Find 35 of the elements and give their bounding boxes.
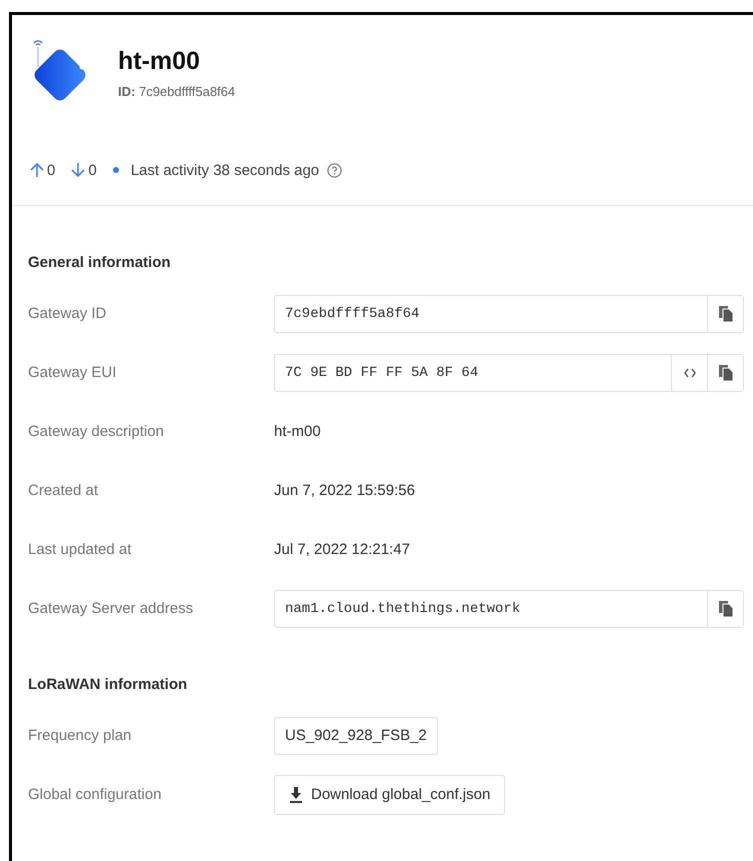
arrow-down-icon	[71, 162, 86, 178]
code-icon	[684, 368, 696, 378]
arrow-up-icon	[30, 162, 44, 178]
input-field[interactable]: nam1.cloud.thethings.network	[274, 590, 744, 628]
input-field[interactable]: 7C 9E BD FF FF 5A 8F 64	[274, 354, 744, 392]
field-label: Gateway EUI	[28, 364, 118, 381]
copy-button[interactable]	[707, 590, 743, 626]
field-label: Gateway Server address	[28, 600, 194, 617]
copy-icon	[718, 306, 732, 322]
last-activity: Last activity 38 seconds ago	[130, 162, 320, 178]
field-value: Jun 7, 2022 15:59:56	[274, 482, 416, 499]
field-label: Frequency plan	[28, 727, 132, 744]
download-button[interactable]: Download global_conf.json	[274, 774, 506, 814]
copy-button[interactable]	[707, 296, 743, 332]
gateway-title: ht-m00	[118, 47, 201, 76]
field-label: Last updated at	[28, 541, 132, 558]
field-label: Gateway ID	[28, 305, 108, 322]
downlink-count: 0	[88, 162, 97, 178]
help-icon[interactable]	[327, 162, 342, 178]
status-dot-icon	[112, 167, 119, 173]
field-label: Created at	[28, 482, 100, 499]
uplink-count: 0	[47, 162, 56, 178]
input-field[interactable]: 7c9ebdffff5a8f64	[274, 294, 744, 332]
field-label: Gateway description	[28, 423, 165, 440]
field-value: Jul 7, 2022 12:21:47	[274, 541, 411, 558]
frequency-plan-value: US_902_928_FSB_2	[274, 716, 438, 754]
field-label: Global configuration	[28, 786, 162, 803]
gateway-id: ID: 7c9ebdffff5a8f64	[118, 84, 236, 99]
section-title: General information	[28, 253, 172, 273]
copy-icon	[718, 600, 732, 616]
section-title: LoRaWAN information	[28, 675, 188, 695]
download-icon	[289, 786, 303, 802]
copy-icon	[718, 364, 732, 380]
copy-button[interactable]	[707, 354, 743, 390]
field-value: ht-m00	[274, 423, 322, 440]
